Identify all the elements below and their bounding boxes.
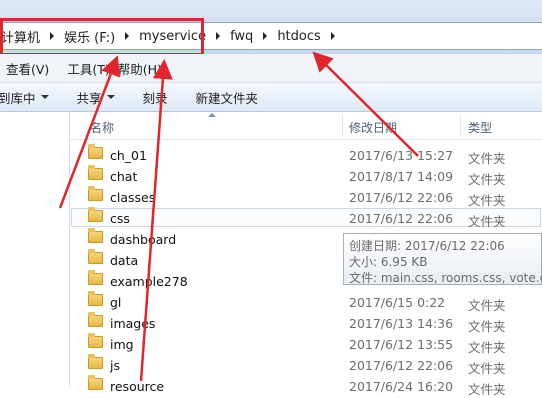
file-type: 文件夹 <box>468 151 506 166</box>
file-name: img <box>110 337 134 352</box>
chevron-down-icon <box>106 95 115 99</box>
breadcrumb-fwq[interactable]: fwq <box>229 29 254 44</box>
menu-help[interactable]: 帮助(H) <box>118 59 162 78</box>
breadcrumb-computer[interactable]: 计算机 <box>0 27 41 46</box>
tooltip-size: 大小: 6.95 KB <box>349 255 428 269</box>
sort-ascending-icon <box>208 113 216 117</box>
folder-icon <box>88 333 103 348</box>
navigation-pane[interactable] <box>0 112 70 386</box>
file-name: images <box>110 316 156 331</box>
address-bar-area: 计算机 娱乐 (F:) myservice fwq htdocs <box>0 0 542 54</box>
folder-icon <box>88 228 103 243</box>
file-row[interactable]: resource 2017/6/24 16:20 文件夹 <box>70 375 542 397</box>
folder-icon <box>88 249 103 264</box>
menu-tools[interactable]: 工具(T) <box>67 59 109 78</box>
folder-icon <box>88 291 103 306</box>
folder-icon <box>88 144 103 159</box>
file-name: js <box>110 358 120 373</box>
file-date: 2017/6/13 15:27 <box>349 148 454 163</box>
file-row[interactable]: js 2017/6/12 22:06 文件夹 <box>70 354 542 376</box>
file-type: 文件夹 <box>468 361 506 376</box>
file-type: 文件夹 <box>468 214 506 229</box>
file-date: 2017/6/12 13:55 <box>349 337 454 352</box>
column-modified-date[interactable]: 修改日期 <box>349 119 397 136</box>
file-name: ch_01 <box>110 148 147 163</box>
file-row[interactable]: gl 2017/6/15 0:22 文件夹 <box>70 291 542 313</box>
file-type: 文件夹 <box>468 382 506 397</box>
burn-button[interactable]: 刻录 <box>143 88 168 107</box>
folder-icon <box>88 270 103 285</box>
file-type: 文件夹 <box>468 193 506 208</box>
folder-icon <box>88 354 103 369</box>
share-label: 共享 <box>76 90 102 106</box>
breadcrumb-separator-icon[interactable] <box>216 32 221 40</box>
file-type: 文件夹 <box>468 319 506 334</box>
file-type: 文件夹 <box>468 172 506 187</box>
include-in-library-button[interactable]: 到库中 <box>0 88 49 107</box>
file-date: 2017/6/12 22:06 <box>349 190 454 205</box>
file-date: 2017/6/12 22:06 <box>349 358 454 373</box>
tooltip-files: 文件: main.css, rooms.css, vote.css <box>349 271 542 285</box>
breadcrumb-separator-icon[interactable] <box>330 32 335 40</box>
file-date: 2017/8/17 14:09 <box>349 169 454 184</box>
file-row[interactable]: chat 2017/8/17 14:09 文件夹 <box>70 165 542 187</box>
share-button[interactable]: 共享 <box>77 88 115 107</box>
file-name: resource <box>110 379 165 394</box>
command-toolbar: 到库中 共享 刻录 新建文件夹 <box>0 83 542 112</box>
new-folder-button[interactable]: 新建文件夹 <box>196 88 259 107</box>
chevron-down-icon <box>40 95 49 99</box>
file-date: 2017/6/13 14:36 <box>349 316 454 331</box>
file-row-hovered[interactable]: css 2017/6/12 22:06 文件夹 <box>70 207 542 229</box>
file-name: css <box>110 211 130 226</box>
tooltip-created: 创建日期: 2017/6/12 22:06 <box>349 239 505 253</box>
column-divider[interactable] <box>460 114 461 136</box>
column-header: 名称 修改日期 类型 <box>70 112 542 140</box>
file-name: chat <box>110 169 138 184</box>
include-in-library-label: 到库中 <box>0 90 36 106</box>
folder-info-tooltip: 创建日期: 2017/6/12 22:06 大小: 6.95 KB 文件: ma… <box>343 233 542 285</box>
file-name: classes <box>110 190 156 205</box>
column-name[interactable]: 名称 <box>90 119 114 136</box>
menu-view[interactable]: 查看(V) <box>6 59 49 78</box>
file-name: data <box>110 253 139 268</box>
file-row[interactable]: ch_01 2017/6/13 15:27 文件夹 <box>70 144 542 166</box>
folder-icon <box>88 207 103 222</box>
file-row[interactable]: images 2017/6/13 14:36 文件夹 <box>70 312 542 334</box>
file-name: dashboard <box>110 232 177 247</box>
file-name: example278 <box>110 274 188 289</box>
breadcrumb-separator-icon[interactable] <box>125 32 130 40</box>
file-row[interactable]: classes 2017/6/12 22:06 文件夹 <box>70 186 542 208</box>
breadcrumb: 计算机 娱乐 (F:) myservice fwq htdocs <box>0 26 344 46</box>
file-type: 文件夹 <box>468 298 506 313</box>
file-date: 2017/6/12 22:06 <box>349 211 454 226</box>
folder-icon <box>88 186 103 201</box>
file-date: 2017/6/15 0:22 <box>349 295 446 310</box>
breadcrumb-myservice[interactable]: myservice <box>138 29 207 44</box>
breadcrumb-htdocs[interactable]: htdocs <box>276 29 321 44</box>
file-name: gl <box>110 295 122 310</box>
folder-icon <box>88 312 103 327</box>
address-bar[interactable]: 计算机 娱乐 (F:) myservice fwq htdocs <box>0 22 542 50</box>
folder-icon <box>88 165 103 180</box>
file-date: 2017/6/24 16:20 <box>349 379 454 394</box>
file-type: 文件夹 <box>468 340 506 355</box>
breadcrumb-drive[interactable]: 娱乐 (F:) <box>63 27 116 46</box>
breadcrumb-separator-icon[interactable] <box>263 32 268 40</box>
breadcrumb-separator-icon[interactable] <box>50 32 55 40</box>
folder-icon <box>88 375 103 390</box>
file-row[interactable]: img 2017/6/12 13:55 文件夹 <box>70 333 542 355</box>
column-divider[interactable] <box>342 114 343 136</box>
menu-bar: 查看(V) 工具(T) 帮助(H) <box>0 54 542 83</box>
column-type[interactable]: 类型 <box>468 119 492 136</box>
